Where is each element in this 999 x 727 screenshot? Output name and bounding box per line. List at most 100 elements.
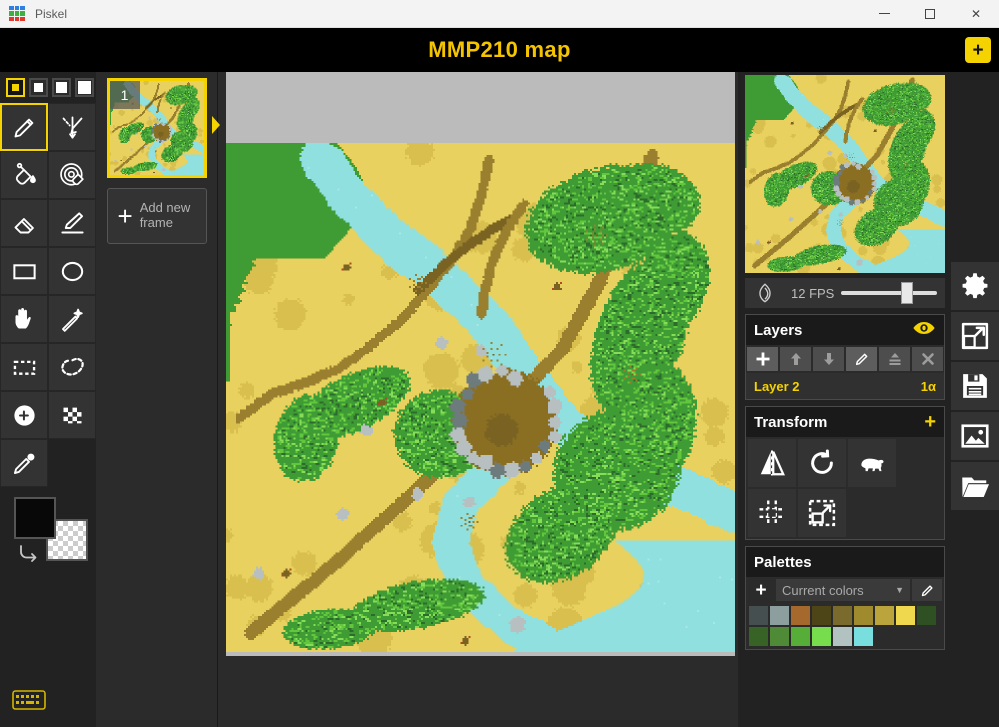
resize-button[interactable] (951, 312, 999, 360)
palette-swatch-2[interactable] (791, 606, 810, 625)
pencil-tool[interactable] (0, 103, 48, 151)
pen-size-4[interactable] (75, 78, 94, 97)
plus-icon: + (117, 201, 133, 231)
palette-swatch-7[interactable] (896, 606, 915, 625)
palette-swatch-6[interactable] (875, 606, 894, 625)
logo-cell-1 (14, 5, 20, 11)
frame-number: 1 (109, 81, 140, 109)
new-piskel-button[interactable]: + (965, 37, 991, 63)
fps-slider[interactable] (841, 278, 937, 308)
right-icon-bar (951, 72, 999, 727)
logo-cell-5 (20, 11, 25, 16)
fps-bar: 12 FPS (745, 278, 945, 308)
rectangle-select-tool[interactable] (0, 343, 48, 391)
palette-swatch-5[interactable] (854, 606, 873, 625)
eraser-tool[interactable] (0, 199, 48, 247)
lighten-tool[interactable] (0, 391, 48, 439)
right-panel-column: 12 FPS Layers Layer 2 1α Transform + Pal… (739, 72, 951, 727)
drawing-canvas[interactable] (226, 143, 735, 652)
save-button[interactable] (951, 362, 999, 410)
stroke-tool[interactable] (48, 199, 96, 247)
open-button[interactable] (951, 462, 999, 510)
window-title: Piskel (35, 6, 68, 21)
palette-swatch-3[interactable] (812, 606, 831, 625)
frame-thumbnail-1[interactable]: 1 (106, 78, 207, 178)
rectangle-tool[interactable] (0, 247, 48, 295)
fps-slider-knob[interactable] (901, 282, 914, 304)
palette-select[interactable]: Current colors ▼ (776, 579, 910, 601)
add-layer-button[interactable] (747, 347, 778, 371)
center-crosshair-button[interactable] (748, 489, 796, 537)
palettes-panel-header: Palettes (746, 547, 944, 577)
icon-bar-spacer (951, 72, 999, 262)
edit-palette-button[interactable] (912, 579, 942, 601)
piskel-app: Piskel ✕ MMP210 map + 1 + Add new frame … (0, 0, 999, 727)
transform-add-button[interactable]: + (924, 412, 936, 432)
layers-panel-header: Layers (746, 315, 944, 345)
circle-tool[interactable] (48, 247, 96, 295)
frames-column: 1 + Add new frame (96, 72, 218, 727)
logo-cell-7 (14, 16, 20, 22)
keyboard-shortcuts-icon[interactable] (12, 690, 46, 715)
primary-color-swatch[interactable] (14, 497, 56, 539)
create-palette-button[interactable]: + (746, 581, 776, 600)
logo-cell-2 (20, 5, 25, 11)
move-layer-up-button[interactable] (780, 347, 811, 371)
palette-swatch-14[interactable] (854, 627, 873, 646)
rotate-button[interactable] (798, 439, 846, 487)
lasso-select-tool[interactable] (48, 343, 96, 391)
palette-swatch-9[interactable] (749, 627, 768, 646)
window-controls: ✕ (861, 0, 999, 28)
palette-swatch-13[interactable] (833, 627, 852, 646)
logo-cell-6 (9, 16, 14, 22)
pen-size-dot (78, 81, 91, 94)
pen-size-2[interactable] (29, 78, 48, 97)
maximize-icon (925, 8, 935, 19)
palette-swatch-0[interactable] (749, 606, 768, 625)
add-new-frame-label: Add new frame (140, 200, 191, 231)
rename-layer-button[interactable] (846, 347, 877, 371)
layer-row[interactable]: Layer 2 1α (746, 373, 944, 399)
pen-size-dot (34, 83, 43, 92)
minimize-icon (878, 13, 890, 14)
paint-all-similar-tool[interactable] (48, 151, 96, 199)
color-picker-tool[interactable] (0, 439, 48, 487)
move-layer-down-button[interactable] (813, 347, 844, 371)
paint-bucket-tool[interactable] (0, 151, 48, 199)
fps-label: 12 FPS (791, 285, 835, 301)
piskel-logo-icon (9, 5, 25, 22)
maximize-button[interactable] (907, 0, 953, 28)
dithering-tool[interactable] (48, 391, 96, 439)
clone-button[interactable] (848, 439, 896, 487)
eye-icon[interactable] (912, 320, 936, 341)
logo-cell-0 (9, 5, 14, 11)
delete-layer-button[interactable] (912, 347, 943, 371)
color-swatches (14, 497, 94, 567)
swap-colors-icon[interactable] (16, 543, 42, 570)
merge-layer-button[interactable] (879, 347, 910, 371)
magic-wand-tool[interactable] (48, 295, 96, 343)
move-tool[interactable] (0, 295, 48, 343)
palette-swatch-11[interactable] (791, 627, 810, 646)
pen-size-1[interactable] (6, 78, 25, 97)
palette-swatch-12[interactable] (812, 627, 831, 646)
onion-skin-icon[interactable] (745, 278, 785, 308)
layer-opacity: 1α (920, 378, 936, 394)
window-title-bar: Piskel ✕ (0, 0, 999, 28)
pen-size-3[interactable] (52, 78, 71, 97)
minimize-button[interactable] (861, 0, 907, 28)
add-new-frame-button[interactable]: + Add new frame (106, 188, 207, 244)
crop-button[interactable] (798, 489, 846, 537)
palette-swatch-8[interactable] (917, 606, 936, 625)
vertical-mirror-pen-tool[interactable] (48, 103, 96, 151)
flip-horizontal-button[interactable] (748, 439, 796, 487)
export-button[interactable] (951, 412, 999, 460)
palette-swatch-1[interactable] (770, 606, 789, 625)
close-button[interactable]: ✕ (953, 0, 999, 28)
logo-cell-8 (20, 16, 25, 22)
transform-panel: Transform + (745, 406, 945, 540)
animation-preview[interactable] (745, 75, 945, 273)
palette-swatch-4[interactable] (833, 606, 852, 625)
settings-button[interactable] (951, 262, 999, 310)
palette-swatch-10[interactable] (770, 627, 789, 646)
